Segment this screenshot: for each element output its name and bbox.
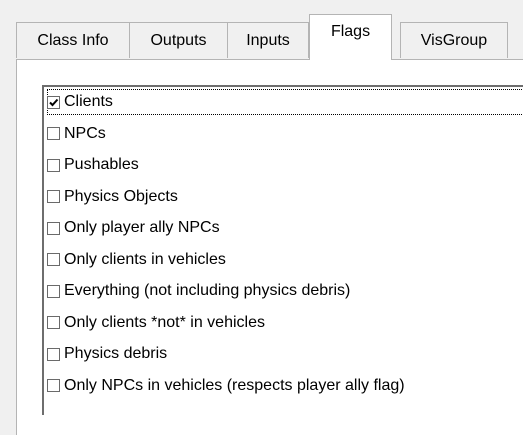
flag-item[interactable]: Physics debris <box>47 341 167 367</box>
flag-label: Only player ally NPCs <box>64 219 220 236</box>
flag-label: Everything (not including physics debris… <box>64 282 351 299</box>
tab-flags[interactable]: Flags <box>309 14 392 60</box>
flag-label: Only NPCs in vehicles (respects player a… <box>64 376 405 394</box>
flag-item[interactable]: Pushables <box>47 152 139 178</box>
checkmark-icon <box>49 98 59 106</box>
tab-strip: Class Info Outputs Inputs Flags VisGroup <box>8 12 523 62</box>
tab-outputs[interactable]: Outputs <box>129 22 228 58</box>
checkbox[interactable] <box>47 190 60 203</box>
flag-item[interactable]: Only clients *not* in vehicles <box>47 310 265 336</box>
flags-checklist[interactable]: Clients NPCs Pushables Physics Objects Only … <box>42 85 523 415</box>
checkbox[interactable] <box>47 379 60 392</box>
flag-label: Clients <box>64 93 113 110</box>
flag-item[interactable]: Only NPCs in vehicles (respects player a… <box>47 373 405 399</box>
flag-item[interactable]: Physics Objects <box>47 184 178 210</box>
flag-label: Only clients *not* in vehicles <box>64 313 265 331</box>
tab-visgroup[interactable]: VisGroup <box>400 22 508 58</box>
flag-item[interactable]: Everything (not including physics debris… <box>47 278 350 304</box>
checkbox-checked[interactable] <box>47 95 60 109</box>
checkbox[interactable] <box>47 127 60 140</box>
tab-class-info[interactable]: Class Info <box>16 22 130 58</box>
flag-item[interactable]: Only clients in vehicles <box>47 247 226 273</box>
flag-label: Physics Objects <box>64 187 178 205</box>
checkbox[interactable] <box>47 347 60 361</box>
flag-label: Physics debris <box>64 345 168 362</box>
flag-label: Pushables <box>64 156 139 173</box>
entity-properties-dialog: Class Info Outputs Inputs Flags VisGroup… <box>0 0 523 435</box>
flags-tab-panel: Clients NPCs Pushables Physics Objects Only … <box>16 59 523 435</box>
flag-label: Only clients in vehicles <box>64 250 226 268</box>
checkbox[interactable] <box>47 158 60 172</box>
flag-item[interactable]: Clients <box>47 89 523 115</box>
flag-label: NPCs <box>64 124 106 142</box>
tab-inputs[interactable]: Inputs <box>227 22 309 58</box>
checkbox[interactable] <box>47 316 60 329</box>
flag-item[interactable]: NPCs <box>47 121 106 147</box>
checkbox[interactable] <box>47 253 60 266</box>
flag-item[interactable]: Only player ally NPCs <box>47 215 220 241</box>
checkbox[interactable] <box>47 221 60 235</box>
checkbox[interactable] <box>47 284 60 298</box>
